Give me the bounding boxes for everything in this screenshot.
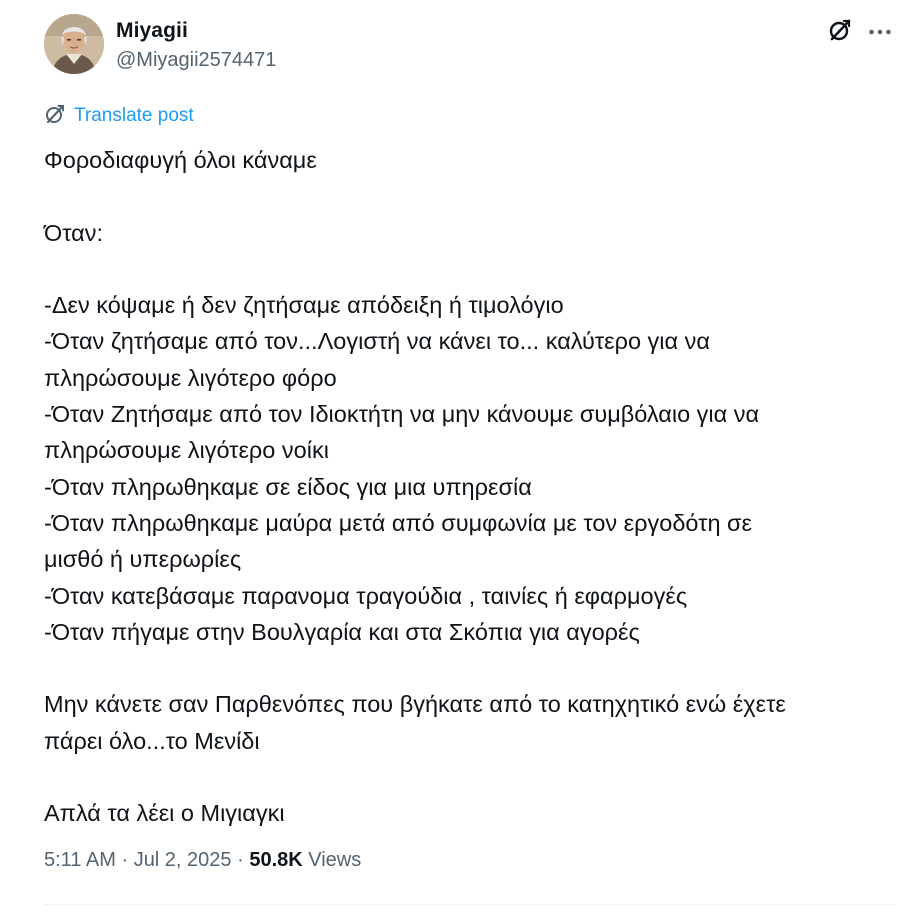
post-text-line: -Όταν κατεβάσαμε παρανομα τραγούδια , τα… xyxy=(44,582,688,609)
post-text-line: Όταν: xyxy=(44,219,104,246)
grok-icon xyxy=(827,17,853,48)
post-text: Φοροδιαφυγή όλοι κάναμε Όταν: -Δεν κόψαμ… xyxy=(44,142,884,832)
post-text-line: πληρώσουμε λιγότερο φόρο xyxy=(44,364,337,391)
post-text-line: μισθό ή υπερωρίες xyxy=(44,546,242,573)
translate-icon xyxy=(44,103,66,130)
post-text-line xyxy=(44,178,884,214)
meta-separator: · xyxy=(231,849,250,871)
post-text-line: Φοροδιαφυγή όλοι κάναμε xyxy=(44,147,317,173)
post-text-line: Απλά τα λέει ο Μιγιαγκι xyxy=(44,800,285,827)
post-text-line: -Όταν πήγαμε στην Βουλγαρία και στα Σκόπ… xyxy=(44,618,640,645)
grok-button[interactable] xyxy=(824,16,856,48)
post-text-line: -Όταν πληρωθηκαμε μαύρα μετά από συμφωνί… xyxy=(44,509,753,536)
post-meta: 5:11 AM · Jul 2, 2025 · 50.8K Views xyxy=(44,849,361,872)
views-label: Views xyxy=(302,849,362,871)
translate-post-label: Translate post xyxy=(74,105,194,126)
post-text-line xyxy=(44,759,884,795)
post-text-line xyxy=(44,650,884,686)
post-text-line: -Όταν Ζητήσαμε από τον Ιδιοκτήτη να μην … xyxy=(44,401,760,428)
author-handle[interactable]: @Miyagii2574471 xyxy=(116,49,276,72)
translate-post-button[interactable]: Translate post xyxy=(44,103,194,129)
post-time[interactable]: 5:11 AM xyxy=(44,849,116,871)
more-icon xyxy=(868,23,892,41)
avatar-image xyxy=(44,14,104,74)
author-display-name[interactable]: Miyagii xyxy=(116,19,188,43)
post-text-line: πληρώσουμε λιγότερο νοίκι xyxy=(44,437,329,464)
meta-separator: · xyxy=(115,849,134,871)
post: Miyagii @Miyagii2574471 Translate post Φ… xyxy=(0,0,920,922)
post-date[interactable]: Jul 2, 2025 xyxy=(134,849,232,871)
post-text-line xyxy=(44,251,884,287)
post-text-line: πάρει όλο...το Μενίδι xyxy=(44,727,260,754)
post-text-line: Μην κάνετε σαν Παρθενόπες που βγήκατε απ… xyxy=(44,691,786,718)
post-text-line: -Όταν ζητήσαμε από τον...Λογιστή να κάνε… xyxy=(44,328,710,355)
avatar[interactable] xyxy=(44,14,104,74)
views-count[interactable]: 50.8K xyxy=(249,849,302,871)
more-options-button[interactable] xyxy=(864,16,896,48)
post-text-line: -Όταν πληρωθηκαμε σε είδος για μια υπηρε… xyxy=(44,473,532,500)
post-text-line: -Δεν κόψαμε ή δεν ζητήσαμε απόδειξη ή τι… xyxy=(44,292,564,319)
divider xyxy=(44,904,896,905)
